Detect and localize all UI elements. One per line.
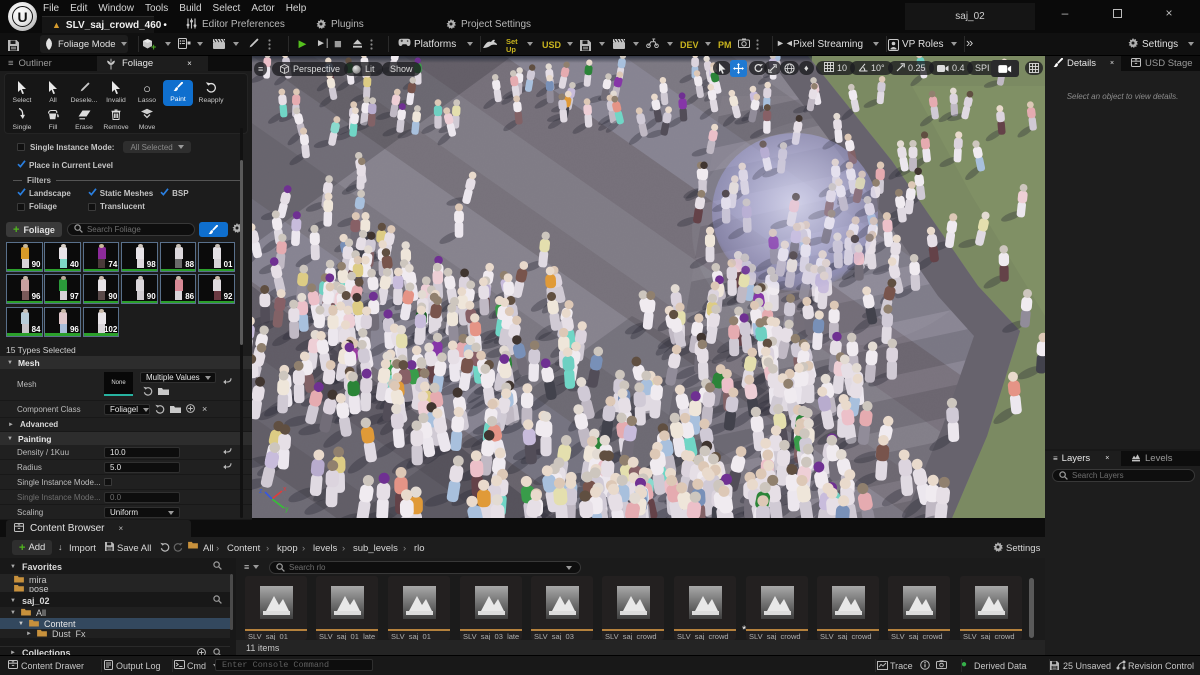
svg-text:x: x (283, 486, 287, 493)
svg-text:+: + (151, 42, 156, 51)
svg-text:z: z (259, 488, 263, 495)
svg-text:y: y (285, 506, 289, 513)
